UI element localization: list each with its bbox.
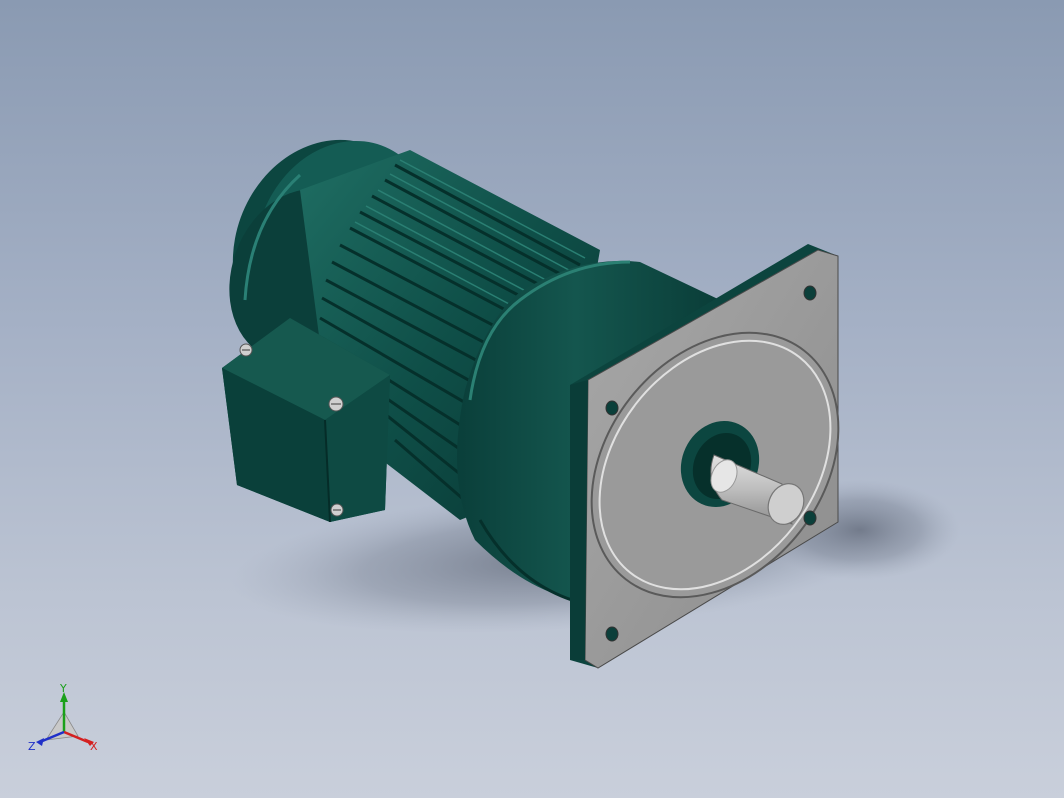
mounting-hole [803, 285, 817, 301]
model-view[interactable] [0, 0, 1064, 798]
graphics-viewport[interactable]: Y X Z [0, 0, 1064, 798]
z-axis-arrow-icon [36, 738, 44, 746]
x-axis-label: X [90, 740, 98, 753]
terminal-box-screw [239, 343, 253, 357]
mounting-hole [605, 400, 619, 416]
mounting-hole [605, 626, 619, 642]
coordinate-triad: Y X Z [28, 684, 98, 753]
terminal-box-screw [330, 503, 344, 517]
terminal-box-screw [328, 396, 344, 412]
y-axis-label: Y [59, 684, 67, 695]
mounting-hole [803, 510, 817, 526]
z-axis-label: Z [28, 740, 36, 753]
